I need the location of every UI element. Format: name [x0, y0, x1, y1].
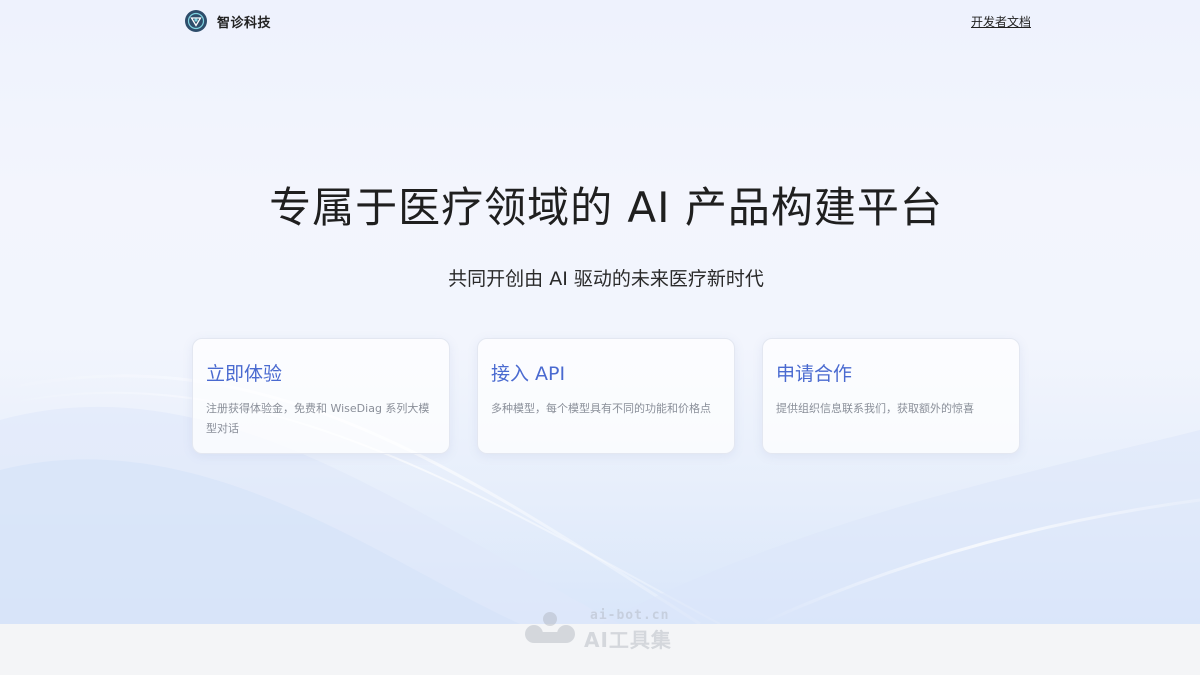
watermark-domain: ai-bot.cn [590, 608, 670, 623]
card-api-access[interactable]: 接入 API 多种模型，每个模型具有不同的功能和价格点 [477, 338, 735, 454]
watermark: ai-bot.cn AI工具集 [522, 606, 702, 652]
card-title: 接入 API [491, 363, 566, 385]
card-cooperation[interactable]: 申请合作 提供组织信息联系我们，获取额外的惊喜 [762, 338, 1020, 454]
hero-background [0, 0, 1200, 624]
card-title: 立即体验 [206, 363, 283, 385]
page-subtitle: 共同开创由 AI 驱动的未来医疗新时代 [448, 268, 764, 290]
brand-name: 智诊科技 [217, 15, 272, 31]
card-description: 多种模型，每个模型具有不同的功能和价格点 [491, 402, 711, 415]
card-description: 注册获得体验金，免费和 WiseDiag 系列大模型对话 [206, 402, 430, 435]
card-title: 申请合作 [776, 363, 853, 385]
developer-docs-link[interactable]: 开发者文档 [971, 13, 1031, 30]
medical-shield-logo-icon [185, 10, 207, 32]
page-title: 专属于医疗领域的 AI 产品构建平台 [269, 183, 943, 232]
top-header: 智诊科技 开发者文档 [185, 8, 1031, 34]
watermark-name: AI工具集 [584, 628, 672, 652]
brand[interactable]: 智诊科技 [185, 10, 271, 32]
card-description: 提供组织信息联系我们，获取额外的惊喜 [776, 402, 974, 415]
card-try-now[interactable]: 立即体验 注册获得体验金，免费和 WiseDiag 系列大模型对话 [192, 338, 450, 454]
watermark-logo-icon [525, 612, 575, 643]
wave-decoration [0, 374, 1200, 624]
